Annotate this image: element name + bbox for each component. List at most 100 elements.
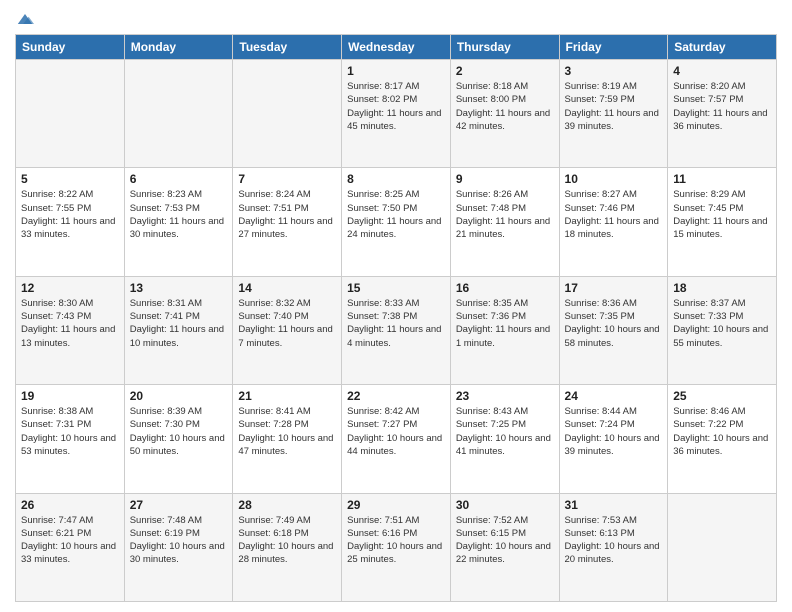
table-cell <box>16 60 125 168</box>
day-info: Sunrise: 8:25 AM Sunset: 7:50 PM Dayligh… <box>347 188 445 241</box>
day-info: Sunrise: 7:48 AM Sunset: 6:19 PM Dayligh… <box>130 514 228 567</box>
day-info: Sunrise: 8:26 AM Sunset: 7:48 PM Dayligh… <box>456 188 554 241</box>
table-cell: 4 Sunrise: 8:20 AM Sunset: 7:57 PM Daylig… <box>668 60 777 168</box>
table-cell: 14 Sunrise: 8:32 AM Sunset: 7:40 PM Dayli… <box>233 276 342 384</box>
day-number: 16 <box>456 281 554 295</box>
table-cell: 12 Sunrise: 8:30 AM Sunset: 7:43 PM Dayli… <box>16 276 125 384</box>
day-number: 1 <box>347 64 445 78</box>
day-number: 11 <box>673 172 771 186</box>
day-info: Sunrise: 8:36 AM Sunset: 7:35 PM Dayligh… <box>565 297 663 350</box>
day-info: Sunrise: 8:24 AM Sunset: 7:51 PM Dayligh… <box>238 188 336 241</box>
day-info: Sunrise: 8:19 AM Sunset: 7:59 PM Dayligh… <box>565 80 663 133</box>
day-number: 19 <box>21 389 119 403</box>
day-info: Sunrise: 8:31 AM Sunset: 7:41 PM Dayligh… <box>130 297 228 350</box>
table-cell: 8 Sunrise: 8:25 AM Sunset: 7:50 PM Daylig… <box>342 168 451 276</box>
day-number: 24 <box>565 389 663 403</box>
table-cell: 2 Sunrise: 8:18 AM Sunset: 8:00 PM Daylig… <box>450 60 559 168</box>
table-cell: 23 Sunrise: 8:43 AM Sunset: 7:25 PM Dayli… <box>450 385 559 493</box>
logo <box>15 14 34 26</box>
calendar-header-row: Sunday Monday Tuesday Wednesday Thursday… <box>16 35 777 60</box>
day-info: Sunrise: 8:22 AM Sunset: 7:55 PM Dayligh… <box>21 188 119 241</box>
day-number: 17 <box>565 281 663 295</box>
col-friday: Friday <box>559 35 668 60</box>
table-cell: 3 Sunrise: 8:19 AM Sunset: 7:59 PM Daylig… <box>559 60 668 168</box>
table-cell: 9 Sunrise: 8:26 AM Sunset: 7:48 PM Daylig… <box>450 168 559 276</box>
day-info: Sunrise: 7:49 AM Sunset: 6:18 PM Dayligh… <box>238 514 336 567</box>
day-number: 28 <box>238 498 336 512</box>
table-cell: 31 Sunrise: 7:53 AM Sunset: 6:13 PM Dayli… <box>559 493 668 601</box>
table-cell: 1 Sunrise: 8:17 AM Sunset: 8:02 PM Daylig… <box>342 60 451 168</box>
day-info: Sunrise: 7:53 AM Sunset: 6:13 PM Dayligh… <box>565 514 663 567</box>
table-cell: 26 Sunrise: 7:47 AM Sunset: 6:21 PM Dayli… <box>16 493 125 601</box>
table-cell: 21Sunrise: 8:41 AM Sunset: 7:28 PM Dayli… <box>233 385 342 493</box>
day-number: 18 <box>673 281 771 295</box>
table-cell: 6 Sunrise: 8:23 AM Sunset: 7:53 PM Daylig… <box>124 168 233 276</box>
calendar-week-row: 1 Sunrise: 8:17 AM Sunset: 8:02 PM Daylig… <box>16 60 777 168</box>
table-cell: 7Sunrise: 8:24 AM Sunset: 7:51 PM Daylig… <box>233 168 342 276</box>
col-wednesday: Wednesday <box>342 35 451 60</box>
day-info: Sunrise: 8:27 AM Sunset: 7:46 PM Dayligh… <box>565 188 663 241</box>
header <box>15 10 777 26</box>
calendar-week-row: 26 Sunrise: 7:47 AM Sunset: 6:21 PM Dayli… <box>16 493 777 601</box>
day-number: 22 <box>347 389 445 403</box>
day-info: Sunrise: 8:30 AM Sunset: 7:43 PM Dayligh… <box>21 297 119 350</box>
day-info: Sunrise: 8:39 AM Sunset: 7:30 PM Dayligh… <box>130 405 228 458</box>
day-number: 27 <box>130 498 228 512</box>
day-number: 8 <box>347 172 445 186</box>
day-number: 29 <box>347 498 445 512</box>
table-cell: 27 Sunrise: 7:48 AM Sunset: 6:19 PM Dayli… <box>124 493 233 601</box>
day-info: Sunrise: 8:17 AM Sunset: 8:02 PM Dayligh… <box>347 80 445 133</box>
table-cell <box>233 60 342 168</box>
day-info: Sunrise: 7:47 AM Sunset: 6:21 PM Dayligh… <box>21 514 119 567</box>
day-info: Sunrise: 8:43 AM Sunset: 7:25 PM Dayligh… <box>456 405 554 458</box>
col-sunday: Sunday <box>16 35 125 60</box>
day-info: Sunrise: 8:42 AM Sunset: 7:27 PM Dayligh… <box>347 405 445 458</box>
day-number: 3 <box>565 64 663 78</box>
table-cell: 13 Sunrise: 8:31 AM Sunset: 7:41 PM Dayli… <box>124 276 233 384</box>
table-cell: 28 Sunrise: 7:49 AM Sunset: 6:18 PM Dayli… <box>233 493 342 601</box>
day-info: Sunrise: 8:35 AM Sunset: 7:36 PM Dayligh… <box>456 297 554 350</box>
day-info: Sunrise: 8:32 AM Sunset: 7:40 PM Dayligh… <box>238 297 336 350</box>
day-info: Sunrise: 8:46 AM Sunset: 7:22 PM Dayligh… <box>673 405 771 458</box>
day-number: 2 <box>456 64 554 78</box>
day-number: 4 <box>673 64 771 78</box>
page: Sunday Monday Tuesday Wednesday Thursday… <box>0 0 792 612</box>
table-cell: 11Sunrise: 8:29 AM Sunset: 7:45 PM Dayli… <box>668 168 777 276</box>
table-cell: 20 Sunrise: 8:39 AM Sunset: 7:30 PM Dayli… <box>124 385 233 493</box>
day-info: Sunrise: 7:52 AM Sunset: 6:15 PM Dayligh… <box>456 514 554 567</box>
col-tuesday: Tuesday <box>233 35 342 60</box>
table-cell: 22 Sunrise: 8:42 AM Sunset: 7:27 PM Dayli… <box>342 385 451 493</box>
day-info: Sunrise: 7:51 AM Sunset: 6:16 PM Dayligh… <box>347 514 445 567</box>
col-thursday: Thursday <box>450 35 559 60</box>
day-number: 12 <box>21 281 119 295</box>
day-number: 14 <box>238 281 336 295</box>
table-cell <box>124 60 233 168</box>
day-number: 23 <box>456 389 554 403</box>
col-saturday: Saturday <box>668 35 777 60</box>
day-info: Sunrise: 8:44 AM Sunset: 7:24 PM Dayligh… <box>565 405 663 458</box>
table-cell: 10 Sunrise: 8:27 AM Sunset: 7:46 PM Dayli… <box>559 168 668 276</box>
calendar-week-row: 12 Sunrise: 8:30 AM Sunset: 7:43 PM Dayli… <box>16 276 777 384</box>
day-info: Sunrise: 8:18 AM Sunset: 8:00 PM Dayligh… <box>456 80 554 133</box>
col-monday: Monday <box>124 35 233 60</box>
day-number: 10 <box>565 172 663 186</box>
table-cell: 15Sunrise: 8:33 AM Sunset: 7:38 PM Dayli… <box>342 276 451 384</box>
day-info: Sunrise: 8:23 AM Sunset: 7:53 PM Dayligh… <box>130 188 228 241</box>
table-cell: 24 Sunrise: 8:44 AM Sunset: 7:24 PM Dayli… <box>559 385 668 493</box>
day-number: 26 <box>21 498 119 512</box>
calendar-week-row: 5Sunrise: 8:22 AM Sunset: 7:55 PM Daylig… <box>16 168 777 276</box>
day-number: 6 <box>130 172 228 186</box>
day-number: 13 <box>130 281 228 295</box>
day-number: 9 <box>456 172 554 186</box>
calendar-week-row: 19 Sunrise: 8:38 AM Sunset: 7:31 PM Dayli… <box>16 385 777 493</box>
logo-icon <box>16 12 34 26</box>
day-info: Sunrise: 8:38 AM Sunset: 7:31 PM Dayligh… <box>21 405 119 458</box>
day-info: Sunrise: 8:20 AM Sunset: 7:57 PM Dayligh… <box>673 80 771 133</box>
day-number: 31 <box>565 498 663 512</box>
table-cell <box>668 493 777 601</box>
table-cell: 18Sunrise: 8:37 AM Sunset: 7:33 PM Dayli… <box>668 276 777 384</box>
day-number: 20 <box>130 389 228 403</box>
table-cell: 5Sunrise: 8:22 AM Sunset: 7:55 PM Daylig… <box>16 168 125 276</box>
table-cell: 16 Sunrise: 8:35 AM Sunset: 7:36 PM Dayli… <box>450 276 559 384</box>
day-info: Sunrise: 8:41 AM Sunset: 7:28 PM Dayligh… <box>238 405 336 458</box>
